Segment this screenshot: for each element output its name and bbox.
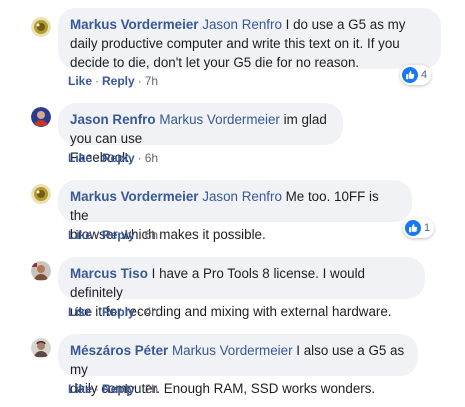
separator: · [137,305,142,319]
comment-mention[interactable]: Markus Vordermeier [159,112,280,127]
reaction-count[interactable]: 1 [403,218,435,238]
separator: · [137,382,142,396]
reaction-count-value: 4 [421,69,428,81]
reply-button[interactable]: Reply [102,151,135,165]
comment-timestamp[interactable]: 6h [145,228,158,242]
comment-author[interactable]: Mészáros Péter [70,343,168,358]
like-button[interactable]: Like [68,151,92,165]
comment-mention[interactable]: Jason Renfro [202,189,282,204]
reply-button[interactable]: Reply [102,382,135,396]
separator: · [95,228,100,242]
reply-button[interactable]: Reply [102,305,135,319]
comment-timestamp[interactable]: 7h [145,74,158,88]
comment-timestamp[interactable]: 2h [145,382,158,396]
separator: · [95,382,100,396]
reaction-count-value: 1 [424,222,431,234]
avatar-image [31,184,51,204]
separator: · [95,151,100,165]
comment-text: I do use a G5 as my [281,17,406,32]
avatar[interactable] [31,338,51,358]
comment-actions: Like · Reply · 4h [68,305,158,319]
comment-actions: Like · Reply · 2h [68,382,158,396]
avatar[interactable] [31,17,51,37]
comment-author[interactable]: Jason Renfro [70,112,156,127]
separator: · [137,74,142,88]
avatar[interactable] [31,261,51,281]
comment-thread: Markus Vordermeier Jason Renfro I do use… [0,0,465,407]
comment-actions: Like · Reply · 6h [68,228,158,242]
like-icon [405,220,421,236]
reply-button[interactable]: Reply [102,228,135,242]
like-button[interactable]: Like [68,305,92,319]
avatar-image [31,17,51,37]
comment-bubble: Markus Vordermeier Jason Renfro I do use… [58,8,441,70]
comment-mention[interactable]: Jason Renfro [202,17,282,32]
separator: · [95,74,100,88]
comment-timestamp[interactable]: 6h [145,151,158,165]
comment-text: daily productive computer and write this… [70,36,400,51]
like-button[interactable]: Like [68,228,92,242]
comment-actions: Like · Reply · 7h [68,74,158,88]
comment-bubble: Mészáros Péter Markus Vordermeier I also… [58,334,418,396]
comment-timestamp[interactable]: 4h [145,305,158,319]
comment-bubble: Markus Vordermeier Jason Renfro Me too. … [58,180,412,242]
comment-actions: Like · Reply · 6h [68,151,158,165]
comment-author[interactable]: Markus Vordermeier [70,17,199,32]
comment-bubble: Marcus Tiso I have a Pro Tools 8 license… [58,257,425,319]
like-button[interactable]: Like [68,382,92,396]
separator: · [137,228,142,242]
comment-author[interactable]: Marcus Tiso [70,266,148,281]
avatar-image [31,338,51,358]
reply-button[interactable]: Reply [102,74,135,88]
like-icon [402,67,418,83]
reaction-count[interactable]: 4 [400,65,432,85]
comment-author[interactable]: Markus Vordermeier [70,189,199,204]
comment-text: decide to die, don't let your G5 die for… [70,55,360,70]
separator: · [137,151,142,165]
avatar[interactable] [31,184,51,204]
avatar[interactable] [31,107,51,127]
avatar-image [31,261,51,281]
comment-bubble: Jason Renfro Markus Vordermeier im glad … [58,103,343,165]
like-button[interactable]: Like [68,74,92,88]
avatar-image [31,107,51,127]
comment-mention[interactable]: Markus Vordermeier [172,343,293,358]
separator: · [95,305,100,319]
